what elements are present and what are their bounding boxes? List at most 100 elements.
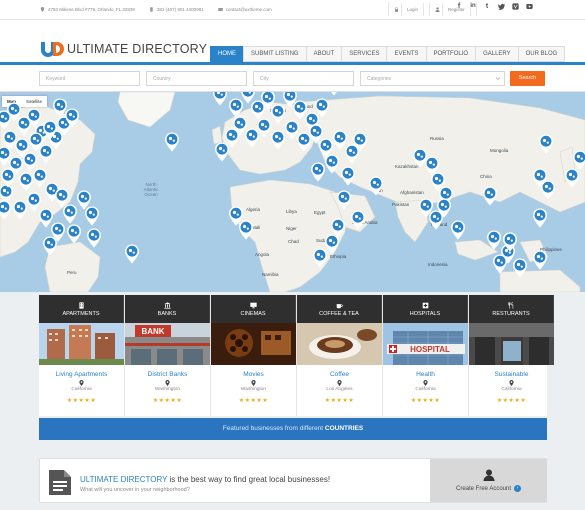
map-pin-icon[interactable] — [314, 98, 330, 118]
map-pin-icon[interactable] — [340, 166, 356, 186]
category-hospitals[interactable]: HOSPITALS HOSPITAL Health California ★★★… — [383, 295, 469, 416]
category-title[interactable]: Sustainable — [495, 371, 529, 378]
email[interactable]: contact@uxtheme.com — [217, 7, 272, 12]
city-input[interactable]: City — [253, 71, 354, 86]
map-pin-icon[interactable] — [330, 218, 346, 238]
map-label: Indonesia — [428, 262, 448, 267]
map-pin-icon[interactable] — [482, 186, 498, 206]
map-pin-icon[interactable] — [564, 168, 580, 188]
nav-our-blog[interactable]: OUR BLOG — [517, 46, 566, 62]
hospital-icon — [422, 302, 428, 308]
map-pin-icon[interactable] — [0, 168, 16, 188]
envelope-icon — [217, 8, 223, 11]
logo[interactable]: ULTIMATE DIRECTORY — [40, 40, 207, 58]
search-button[interactable]: Search — [510, 71, 545, 86]
map-pin-icon[interactable] — [572, 150, 585, 170]
category-title[interactable]: Coffee — [330, 371, 349, 378]
map-pin-icon[interactable] — [84, 206, 100, 226]
category-title[interactable]: Movies — [243, 371, 264, 378]
category-banks[interactable]: BANKS BANK District Banks Washington ★★★… — [125, 295, 211, 416]
map-label: China — [480, 174, 492, 179]
map-pin-icon[interactable] — [52, 98, 68, 118]
map-pin-icon[interactable] — [0, 200, 12, 220]
nav-portfolio[interactable]: PORTFOLIO — [425, 46, 476, 62]
category-title[interactable]: District Banks — [148, 371, 188, 378]
map-pin-icon[interactable] — [212, 92, 228, 106]
email-text[interactable]: contact@uxtheme.com — [226, 7, 272, 12]
category-apartments[interactable]: APARTMENTS Living Apartments California … — [39, 295, 125, 416]
category-select[interactable]: Categories — [360, 71, 505, 86]
vimeo-icon[interactable] — [511, 3, 519, 12]
map-pin-icon[interactable] — [502, 232, 518, 252]
category-location: California — [501, 387, 522, 392]
business-map[interactable]: Map Satellite Sweden Finland Russia Kaza… — [0, 92, 585, 292]
nav-gallery[interactable]: GALLERY — [475, 46, 518, 62]
category-resturants[interactable]: RESTURANTS Sustainable California ★★★★★ — [469, 295, 554, 416]
facebook-icon[interactable]: f — [455, 3, 463, 12]
contact-info: 4783 Mikene Blvd #779, Orlando, FL 32839… — [40, 7, 272, 12]
map-pin-icon[interactable] — [532, 168, 548, 188]
featured-banner: Featured businesses from different COUNT… — [39, 418, 547, 440]
hospitals-image: HOSPITAL — [383, 323, 468, 365]
featured-highlight: COUNTRIES — [324, 425, 364, 432]
cta-title: ULTIMATE DIRECTORY is the best way to fi… — [80, 475, 330, 484]
category-location: Los Angeles — [326, 387, 353, 392]
youtube-icon[interactable] — [525, 3, 533, 12]
category-grid: APARTMENTS Living Apartments California … — [39, 295, 554, 416]
social-links: f in t — [455, 3, 533, 12]
map-pin-icon[interactable] — [532, 208, 548, 228]
map-pin-icon[interactable] — [532, 250, 548, 270]
linkedin-icon[interactable]: in — [469, 3, 477, 12]
create-account-button[interactable]: Create Free Account › — [430, 459, 547, 502]
map-pin-icon[interactable] — [450, 220, 466, 240]
nav-events[interactable]: EVENTS — [386, 46, 426, 62]
map-pin-icon[interactable] — [324, 154, 340, 174]
nav-home[interactable]: HOME — [210, 46, 243, 62]
map-pin-icon[interactable] — [12, 200, 28, 220]
map-pin-icon[interactable] — [538, 134, 554, 154]
bank-sign-text: BANK — [141, 327, 164, 336]
twitter-icon[interactable] — [497, 3, 505, 12]
category-coffee-tea[interactable]: COFFEE & TEA Coffee Los Angeles ★★★★★ — [297, 295, 383, 416]
map-label: Afghanistan — [400, 190, 424, 195]
map-label: Namibia — [262, 272, 279, 277]
category-cinemas[interactable]: CINEMAS Movies Washington ★★★★★ — [211, 295, 297, 416]
coffee-icon — [336, 303, 343, 308]
map-pin-icon[interactable] — [18, 172, 34, 192]
map-pin-icon[interactable] — [238, 220, 254, 240]
cinemas-image — [211, 323, 296, 365]
map-pin-icon[interactable] — [124, 244, 140, 264]
banks-image: BANK — [125, 323, 210, 365]
map-pin-icon[interactable] — [350, 210, 366, 230]
map-marker-icon — [79, 380, 84, 386]
nav-submit-listing[interactable]: SUBMIT LISTING — [243, 46, 306, 62]
map-pin-icon[interactable] — [336, 190, 352, 210]
category-title[interactable]: Living Apartments — [56, 371, 108, 378]
category-header: APARTMENTS — [39, 295, 124, 323]
map-pin-icon[interactable] — [492, 254, 508, 274]
keyword-input[interactable]: Keyword — [39, 71, 140, 86]
nav-about[interactable]: ABOUT — [305, 46, 342, 62]
map-pin-icon[interactable] — [436, 198, 452, 218]
map-pin-icon[interactable] — [42, 120, 58, 140]
login-link[interactable]: Login — [388, 2, 429, 16]
tumblr-icon[interactable]: t — [483, 3, 491, 12]
map-pin-icon[interactable] — [86, 228, 102, 248]
map-pin-icon[interactable] — [66, 224, 82, 244]
map-pin-icon[interactable] — [164, 132, 180, 152]
map-pin-icon[interactable] — [224, 128, 240, 148]
category-title[interactable]: Health — [416, 371, 435, 378]
nav-services[interactable]: SERVICES — [341, 46, 387, 62]
rating-stars: ★★★★★ — [152, 398, 183, 404]
create-account-label[interactable]: Create Free Account › — [456, 485, 522, 492]
category-header: RESTURANTS — [469, 295, 554, 323]
create-account-text[interactable]: Create Free Account — [456, 486, 511, 492]
map-pin-icon[interactable] — [352, 132, 368, 152]
map-pin-icon[interactable] — [368, 176, 384, 196]
satellite-view-button[interactable]: Satellite — [21, 96, 47, 107]
map-pin-icon[interactable] — [326, 92, 342, 96]
country-input[interactable]: Country — [146, 71, 247, 86]
map-pin-icon[interactable] — [42, 236, 58, 256]
map-pin-icon[interactable] — [512, 258, 528, 278]
login-label[interactable]: Login — [401, 2, 425, 16]
